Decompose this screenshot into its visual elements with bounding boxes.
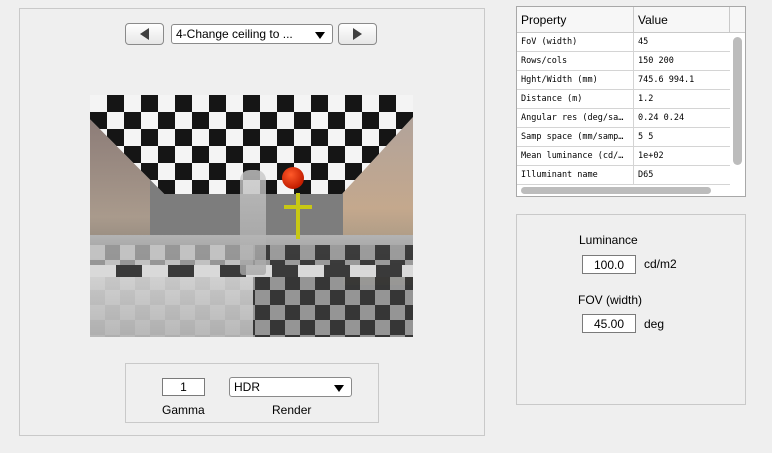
table-row[interactable]: Illuminant name D65 (517, 166, 730, 185)
scene-dropdown[interactable]: 4-Change ceiling to ... (171, 24, 333, 44)
header-filler (730, 7, 745, 33)
right-triangle-icon (353, 28, 362, 40)
value-cell: 745.6 994.1 (638, 75, 695, 85)
luminance-label: Luminance (579, 233, 638, 247)
mannequin-figure (240, 170, 266, 275)
horizontal-scrollbar[interactable] (521, 187, 711, 194)
display-controls-panel: Gamma HDR Render (125, 363, 379, 423)
render-dropdown[interactable]: HDR (229, 377, 352, 397)
table-row[interactable]: Distance (m) 1.2 (517, 90, 730, 109)
value-cell: 1.2 (638, 94, 654, 104)
luminance-unit: cd/m2 (644, 257, 677, 271)
property-column-header[interactable]: Property (517, 7, 634, 33)
fov-input[interactable] (582, 314, 636, 333)
floor-bright-region (90, 275, 253, 337)
table-row[interactable]: Rows/cols 150 200 (517, 52, 730, 71)
table-row[interactable]: Mean luminance (cd/… 1e+02 (517, 147, 730, 166)
red-sphere (282, 167, 304, 189)
chevron-down-icon (334, 385, 344, 392)
render-label: Render (272, 403, 312, 417)
table-row[interactable]: Angular res (deg/sa… 0.24 0.24 (517, 109, 730, 128)
property-cell: Rows/cols (517, 52, 634, 71)
edit-panel: Luminance cd/m2 FOV (width) deg (516, 214, 746, 405)
property-cell: Angular res (deg/sa… (517, 109, 634, 128)
properties-table[interactable]: Property Value FoV (width) 45 Rows/cols 150… (516, 6, 746, 197)
value-cell: 1e+02 (638, 151, 664, 161)
value-cell: 0.24 0.24 (638, 113, 685, 123)
yellow-marker-vertical (296, 193, 300, 239)
luminance-input[interactable] (582, 255, 636, 274)
property-cell: Samp space (mm/samp… (517, 128, 634, 147)
fov-unit: deg (644, 317, 665, 331)
property-cell: FoV (width) (517, 33, 634, 52)
scene-image[interactable] (90, 95, 413, 337)
value-column-header[interactable]: Value (634, 7, 730, 33)
vertical-scrollbar[interactable] (733, 37, 742, 165)
property-cell: Illuminant name (517, 166, 634, 185)
scene-dropdown-value: 4-Change ceiling to ... (176, 27, 293, 41)
value-cell: 45 (638, 37, 649, 47)
table-row[interactable]: Hght/Width (mm) 745.6 994.1 (517, 71, 730, 90)
yellow-marker-horizontal (284, 205, 312, 209)
left-triangle-icon (140, 28, 149, 40)
value-cell: 150 200 (638, 56, 674, 66)
table-row[interactable]: Samp space (mm/samp… 5 5 (517, 128, 730, 147)
gamma-label: Gamma (162, 403, 205, 417)
fov-label: FOV (width) (578, 293, 643, 307)
value-cell: D65 (638, 170, 654, 180)
property-cell: Hght/Width (mm) (517, 71, 634, 90)
next-scene-button[interactable] (338, 23, 377, 45)
previous-scene-button[interactable] (125, 23, 164, 45)
gamma-input[interactable] (162, 378, 205, 396)
value-cell: 5 5 (638, 132, 654, 142)
render-dropdown-value: HDR (234, 380, 260, 394)
chevron-down-icon (315, 32, 325, 39)
table-row[interactable]: FoV (width) 45 (517, 33, 730, 52)
property-cell: Mean luminance (cd/… (517, 147, 634, 166)
property-cell: Distance (m) (517, 90, 634, 109)
